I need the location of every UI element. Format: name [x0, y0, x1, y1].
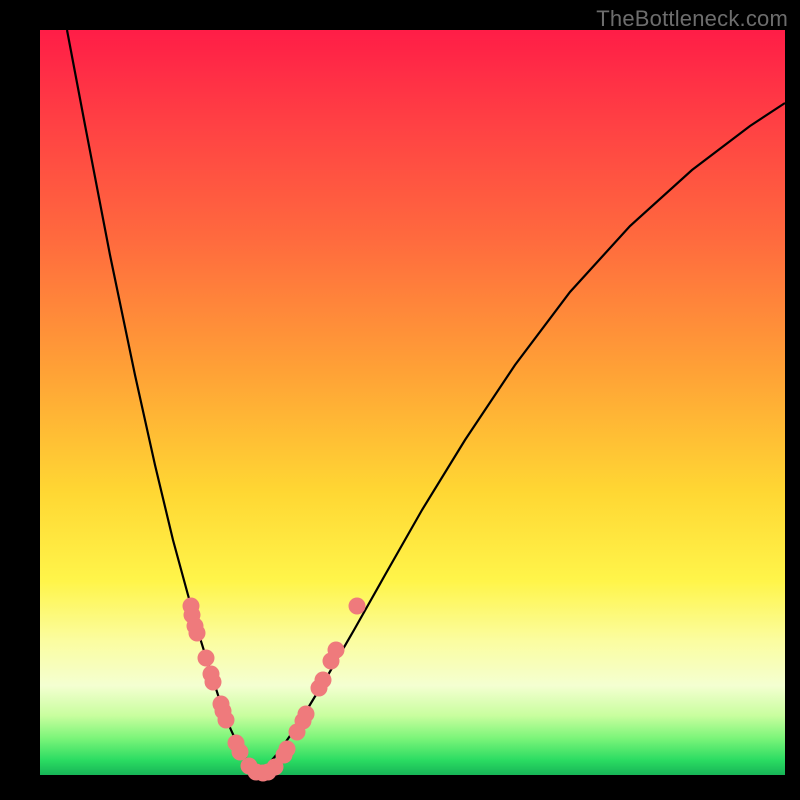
marker-dot: [189, 625, 206, 642]
plot-area: [40, 30, 785, 775]
watermark-text: TheBottleneck.com: [596, 6, 788, 32]
marker-dot: [349, 598, 366, 615]
marker-dot: [298, 706, 315, 723]
marker-dot: [315, 672, 332, 689]
marker-dot: [232, 744, 249, 761]
curve-right-branch: [258, 103, 785, 775]
marker-dot: [328, 642, 345, 659]
marker-dot: [205, 674, 222, 691]
marker-group: [183, 598, 366, 782]
marker-dot: [198, 650, 215, 667]
marker-dot: [218, 712, 235, 729]
chart-frame: TheBottleneck.com: [0, 0, 800, 800]
curve-layer: [40, 30, 785, 775]
curve-left-branch: [67, 30, 258, 775]
marker-dot: [279, 741, 296, 758]
